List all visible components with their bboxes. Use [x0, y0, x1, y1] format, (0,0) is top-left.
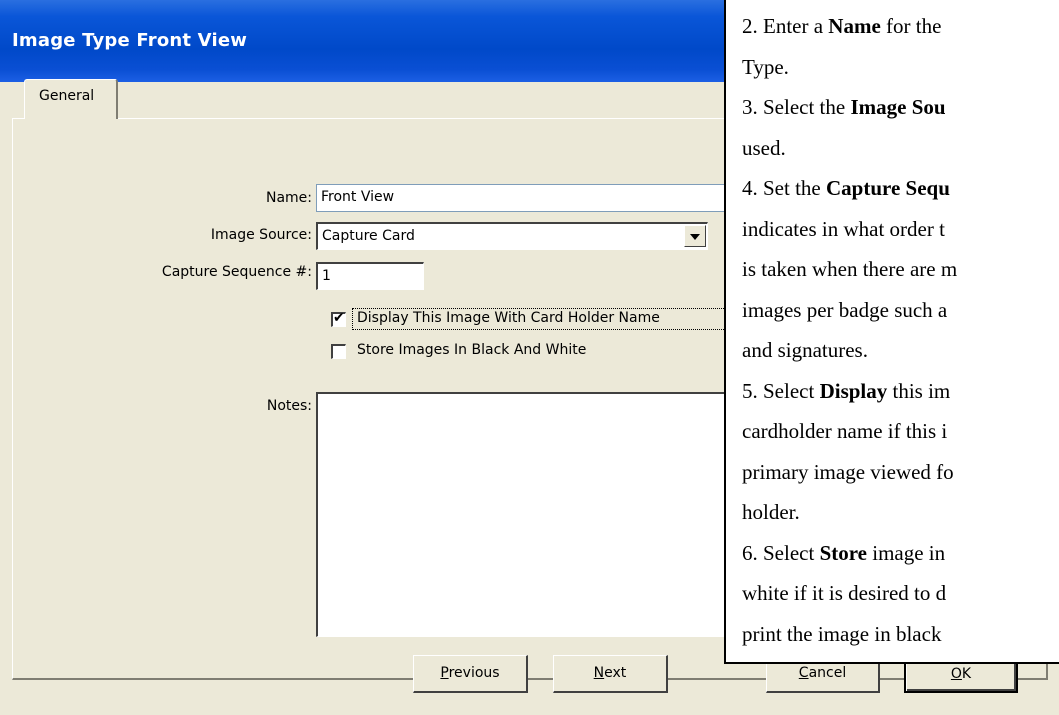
instruction-text: primary image viewed fo: [742, 459, 954, 484]
window-title: Image Type Front View: [12, 30, 248, 51]
instruction-line: primary image viewed fo: [742, 460, 954, 485]
chevron-down-icon: [690, 234, 700, 240]
instruction-line: holder.: [742, 500, 800, 525]
cancel-accesskey: C: [798, 665, 809, 681]
instruction-text: 4. Set the: [742, 176, 826, 200]
instruction-line: and signatures.: [742, 338, 868, 363]
instruction-text: cardholder name if this i: [742, 419, 948, 443]
instruction-bold: Capture Sequ: [826, 176, 950, 200]
instruction-line: 6. Select Store image in: [742, 541, 945, 566]
next-button[interactable]: Next: [553, 655, 668, 693]
instruction-text: 6. Select: [742, 540, 820, 565]
name-label: Name:: [265, 190, 312, 206]
instruction-line: 3. Select the Image Sou: [742, 95, 946, 120]
tab-general[interactable]: General: [24, 79, 118, 119]
instruction-text: this im: [887, 378, 951, 403]
instruction-line: 5. Select Display this im: [742, 379, 950, 404]
instruction-line: cardholder name if this i: [742, 419, 947, 444]
display-with-name-label[interactable]: Display This Image With Card Holder Name: [357, 310, 660, 326]
cancel-label-rest: ancel: [808, 665, 847, 681]
instruction-line: 4. Set the Capture Sequ: [742, 176, 950, 201]
instruction-note: 2. Enter a Name for the Type. 3. Select th…: [724, 0, 1059, 664]
notes-label: Notes:: [266, 398, 312, 414]
black-and-white-checkbox[interactable]: [331, 344, 346, 359]
instruction-line: used.: [742, 136, 786, 161]
instruction-line: 2. Enter a Name for the: [742, 14, 941, 39]
instruction-text: is taken when there are m: [742, 257, 958, 281]
image-source-value: Capture Card: [322, 228, 415, 244]
next-label-rest: ext: [604, 665, 627, 681]
instruction-text: for the: [880, 14, 942, 38]
image-source-select[interactable]: Capture Card: [316, 222, 708, 250]
instruction-line: indicates in what order t: [742, 217, 945, 242]
instruction-text: holder.: [742, 500, 800, 524]
instruction-text: Type.: [742, 54, 789, 79]
capture-sequence-input[interactable]: 1: [316, 262, 424, 290]
instruction-text: white if it is desired to d: [742, 581, 947, 605]
instruction-text: images per badge such a: [742, 297, 948, 322]
name-input[interactable]: Front View: [316, 184, 760, 212]
tab-general-label: General: [39, 88, 95, 104]
instruction-text: and signatures.: [742, 338, 868, 362]
instruction-bold: Image Sou: [850, 95, 946, 119]
instruction-line: white if it is desired to d: [742, 581, 946, 606]
ok-accesskey: O: [950, 666, 962, 682]
instruction-line: Type.: [742, 55, 789, 80]
previous-accesskey: P: [440, 665, 449, 681]
black-and-white-label[interactable]: Store Images In Black And White: [357, 342, 586, 358]
notes-textarea[interactable]: [316, 392, 736, 637]
instruction-bold: Display: [819, 378, 888, 403]
instruction-line: print the image in black: [742, 622, 941, 647]
instruction-line: is taken when there are m: [742, 257, 957, 282]
display-with-name-checkbox[interactable]: ✔: [331, 310, 346, 327]
instruction-text: print the image in black: [742, 621, 942, 646]
dialog-window: Image Type Front View General Name: Fron…: [0, 0, 1059, 715]
previous-label-rest: revious: [448, 665, 500, 681]
instruction-text: 3. Select the: [742, 95, 851, 119]
instruction-text: indicates in what order t: [742, 216, 945, 241]
image-source-label: Image Source:: [210, 227, 312, 243]
instruction-bold: Store: [819, 540, 867, 565]
instruction-text: 2. Enter a: [742, 14, 829, 38]
dropdown-button[interactable]: [684, 225, 706, 247]
instruction-line: images per badge such a: [742, 298, 947, 323]
instruction-bold: Name: [828, 14, 881, 38]
ok-label-rest: K: [961, 666, 972, 682]
capture-sequence-label: Capture Sequence #:: [161, 264, 312, 280]
instruction-text: used.: [742, 135, 786, 160]
instruction-text: image in: [867, 540, 946, 565]
checkmark-icon: ✔: [333, 310, 345, 326]
previous-button[interactable]: Previous: [413, 655, 528, 693]
next-accesskey: N: [593, 665, 605, 681]
instruction-text: 5. Select: [742, 378, 820, 403]
